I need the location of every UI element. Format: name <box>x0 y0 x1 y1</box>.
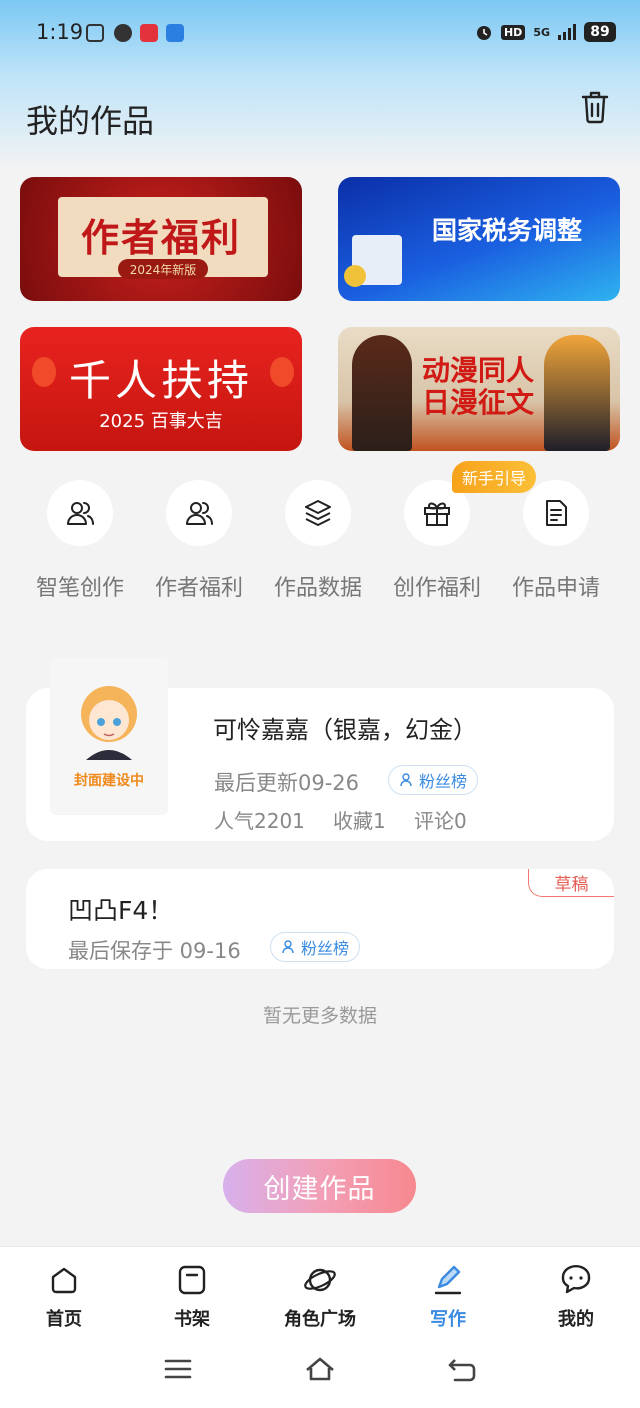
shortcut-label: 智笔创作 <box>35 576 124 601</box>
no-more-data: 暂无更多数据 <box>262 1005 377 1027</box>
tab-writing[interactable]: 写作 <box>398 1263 498 1331</box>
draft-badge: 草稿 <box>528 869 614 897</box>
status-bar: 1:19 HD 5G 89 <box>0 0 640 70</box>
page-title: 我的作品 <box>26 102 155 140</box>
shortcut-label: 创作福利 <box>392 576 481 601</box>
work-cover[interactable]: 封面建设中 <box>50 658 168 815</box>
banner-tax-adjustment[interactable]: 国家税务调整 <box>338 177 620 301</box>
back-icon[interactable] <box>445 1352 479 1386</box>
menu-icon[interactable] <box>161 1352 195 1386</box>
bookshelf-icon <box>178 1265 206 1295</box>
banner-thousand-support[interactable]: 千人扶持 2025 百事大吉 <box>20 327 302 451</box>
shortcut-work-application[interactable]: 作品申请 <box>496 480 616 601</box>
shortcut-author-welfare[interactable]: 作者福利 <box>139 480 259 601</box>
work-updated: 最后更新09-26 <box>214 771 360 795</box>
battery-indicator: 89 <box>584 22 616 42</box>
user-icon <box>400 773 412 787</box>
banner-title: 作者福利 <box>80 216 241 260</box>
banner-anime-contest[interactable]: 动漫同人 日漫征文 <box>338 327 620 451</box>
document-icon <box>523 480 589 546</box>
layers-icon <box>285 480 351 546</box>
coin-image <box>344 265 366 287</box>
banner-title: 千人扶持 <box>68 356 253 405</box>
banner-subtitle: 2025 百事大吉 <box>99 411 223 432</box>
tab-label: 写作 <box>430 1309 466 1330</box>
pen-icon <box>434 1265 462 1295</box>
tab-home[interactable]: 首页 <box>14 1263 114 1331</box>
draft-title: 凹凸F4！ <box>68 896 174 925</box>
banner-subtitle: 2024年新版 <box>118 259 208 279</box>
users-icon <box>47 480 113 546</box>
tab-mine[interactable]: 我的 <box>526 1263 626 1331</box>
message-notification-icon <box>114 24 132 42</box>
trash-icon[interactable] <box>580 90 610 124</box>
home-nav-icon[interactable] <box>303 1352 337 1386</box>
work-title: 可怜嘉嘉（银嘉，幻金） <box>213 716 477 744</box>
signal-icon <box>558 24 576 40</box>
anime-avatar-image <box>81 686 137 760</box>
users-icon <box>166 480 232 546</box>
banner-title: 动漫同人 日漫征文 <box>421 354 534 419</box>
tab-label: 我的 <box>558 1309 594 1330</box>
shortcut-work-data[interactable]: 作品数据 <box>258 480 378 601</box>
status-time: 1:19 <box>36 20 84 44</box>
draft-saved: 最后保存于 09-16 <box>68 939 241 963</box>
banner-author-welfare[interactable]: 作者福利 2024年新版 <box>20 177 302 301</box>
tag-label: 粉丝榜 <box>419 772 468 791</box>
hd-icon: HD <box>500 24 526 40</box>
work-popularity: 人气2201 <box>214 809 305 833</box>
cover-placeholder-text: 封面建设中 <box>74 773 144 789</box>
work-favorites: 收藏1 <box>333 809 386 833</box>
tag-label: 粉丝榜 <box>301 939 350 958</box>
shortcut-label: 作品申请 <box>511 576 600 601</box>
tab-character-square[interactable]: 角色广场 <box>270 1263 370 1331</box>
tab-label: 书架 <box>174 1309 210 1330</box>
fan-ranking-tag[interactable]: 粉丝榜 <box>388 765 479 795</box>
banner-title: 国家税务调整 <box>431 216 582 245</box>
home-icon <box>51 1267 77 1294</box>
create-work-button[interactable]: 创建作品 <box>223 1159 416 1213</box>
tab-label: 角色广场 <box>284 1309 356 1330</box>
work-comments: 评论0 <box>414 809 467 833</box>
chat-icon <box>561 1264 591 1294</box>
tab-label: 首页 <box>46 1309 82 1330</box>
network-label: 5G <box>533 25 550 39</box>
shortcut-label: 作品数据 <box>273 576 362 601</box>
fan-ranking-tag[interactable]: 粉丝榜 <box>270 932 361 962</box>
send-notification-icon <box>166 24 184 42</box>
tab-bookshelf[interactable]: 书架 <box>142 1263 242 1331</box>
newbie-guide-badge[interactable]: 新手引导 <box>452 461 536 493</box>
planet-icon <box>304 1268 336 1292</box>
app-notification-icon <box>86 24 104 42</box>
shortcut-creation-welfare[interactable]: 创作福利 <box>377 480 497 601</box>
user-icon <box>282 940 294 954</box>
alarm-icon <box>476 26 491 40</box>
shortcut-smart-pen[interactable]: 智笔创作 <box>20 480 140 601</box>
shortcut-label: 作者福利 <box>154 576 243 601</box>
shop-notification-icon <box>140 24 158 42</box>
